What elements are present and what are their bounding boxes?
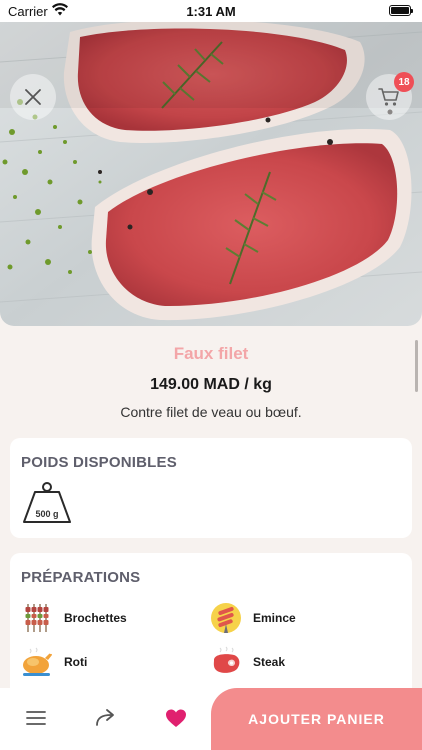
close-button[interactable] — [10, 74, 56, 120]
favorite-button[interactable] — [164, 706, 188, 730]
weight-option-500g[interactable]: 500 g — [22, 480, 74, 526]
scroll-indicator[interactable] — [415, 340, 418, 392]
clock: 1:31 AM — [186, 4, 236, 19]
preparations-title: PRÉPARATIONS — [21, 569, 141, 586]
menu-button[interactable] — [24, 706, 48, 730]
preparation-label: Brochettes — [64, 611, 127, 625]
cart-button[interactable]: 18 — [366, 72, 414, 120]
status-bar: Carrier 1:31 AM — [0, 0, 422, 22]
preparation-item-emince[interactable]: Emince — [210, 602, 390, 636]
product-price: 149.00 MAD / kg — [150, 376, 272, 393]
skewers-icon — [25, 604, 49, 632]
product-image: 18 — [0, 22, 422, 326]
preparation-label: Roti — [64, 655, 88, 669]
preparation-item-brochettes[interactable]: Brochettes — [21, 602, 201, 636]
steak-icon — [213, 646, 240, 673]
preparation-item-roti[interactable]: Roti — [21, 646, 201, 680]
weights-card: POIDS DISPONIBLES 500 g — [10, 438, 412, 538]
sliced-meat-icon — [211, 603, 241, 633]
share-icon — [96, 709, 114, 726]
share-button[interactable] — [93, 706, 119, 730]
preparations-card: PRÉPARATIONS Brochettes Emince Roti Stea… — [10, 553, 412, 703]
battery-icon — [389, 5, 413, 16]
preparation-item-steak[interactable]: Steak — [210, 646, 390, 680]
cart-icon — [378, 88, 399, 106]
preparation-label: Emince — [253, 611, 296, 625]
bottom-bar: AJOUTER PANIER — [0, 688, 422, 750]
product-description: Contre filet de veau ou bœuf. — [120, 404, 302, 420]
weight-label: 500 g — [35, 509, 59, 519]
menu-icon — [26, 711, 46, 725]
add-to-cart-button[interactable]: AJOUTER PANIER — [211, 688, 422, 750]
product-name: Faux filet — [173, 344, 249, 363]
meat-photo — [0, 22, 422, 326]
roast-chicken-icon — [23, 647, 53, 676]
heart-icon — [166, 709, 186, 727]
weight-icon — [23, 482, 71, 523]
weights-title: POIDS DISPONIBLES — [21, 454, 177, 471]
close-icon — [25, 89, 41, 105]
cart-count-badge: 18 — [394, 72, 414, 92]
preparation-label: Steak — [253, 655, 286, 669]
